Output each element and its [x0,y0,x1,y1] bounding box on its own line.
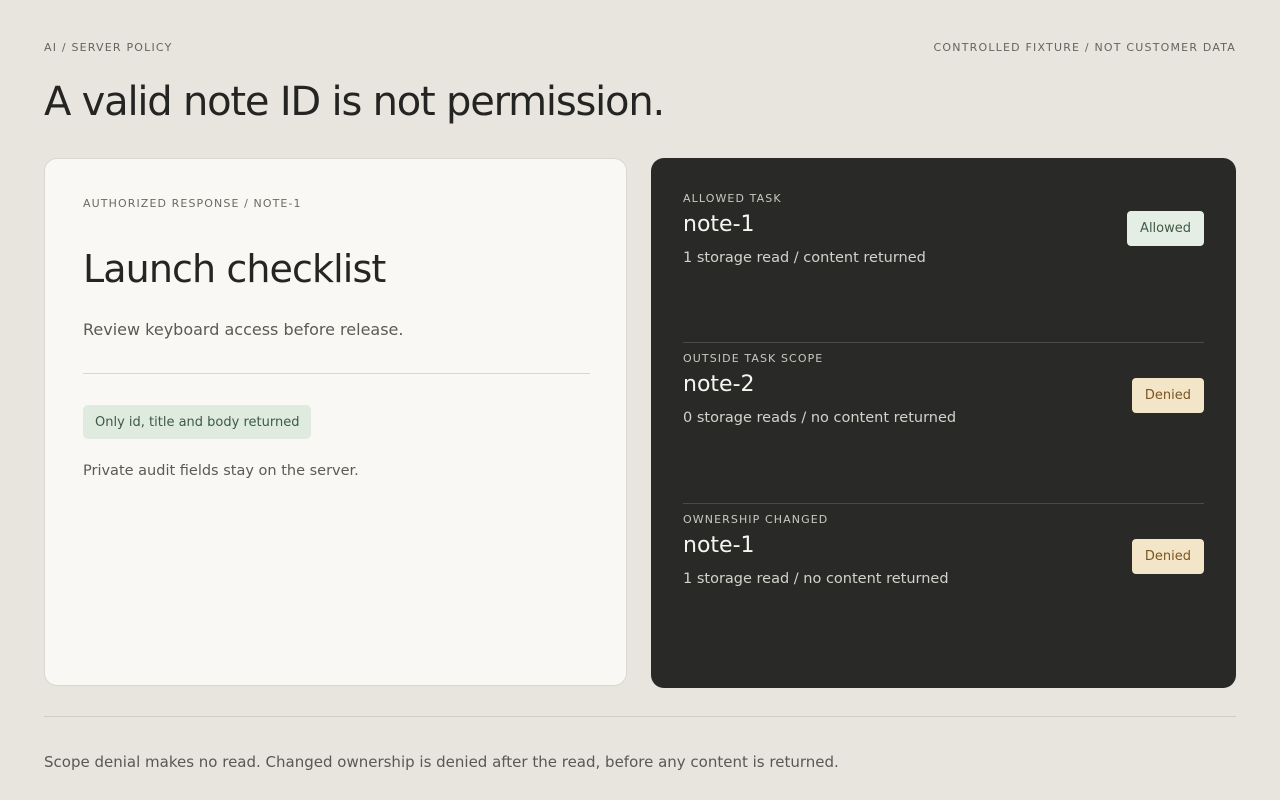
task-row-ownership-changed: OWNERSHIP CHANGED note-1 1 storage read … [683,503,1204,623]
top-meta-bar: AI / SERVER POLICY CONTROLLED FIXTURE / … [44,40,1236,54]
task-label: OWNERSHIP CHANGED [683,513,829,526]
note-id: note-2 [683,372,755,397]
denied-status-badge: Denied [1131,378,1204,413]
page-title: A valid note ID is not permission. [44,79,665,125]
denied-status-badge: Denied [1131,539,1204,574]
section-label: AI / SERVER POLICY [44,40,173,54]
task-detail: 1 storage read / content returned [683,250,926,266]
footer-note: Scope denial makes no read. Changed owne… [44,753,839,771]
note-id: note-1 [683,533,755,558]
task-detail: 1 storage read / no content returned [683,571,949,587]
task-results-panel: ALLOWED TASK note-1 1 storage read / con… [651,158,1236,688]
fixture-label: CONTROLLED FIXTURE / NOT CUSTOMER DATA [933,40,1236,54]
note-body: Review keyboard access before release. [83,320,404,339]
task-detail: 0 storage reads / no content returned [683,410,957,426]
authorized-response-label: AUTHORIZED RESPONSE / NOTE-1 [83,197,302,210]
card-divider [83,373,590,374]
task-label: ALLOWED TASK [683,192,782,205]
allowed-status-badge: Allowed [1127,211,1204,246]
returned-fields-chip: Only id, title and body returned [83,405,312,439]
task-label: OUTSIDE TASK SCOPE [683,352,824,365]
private-fields-note: Private audit fields stay on the server. [83,463,359,479]
note-id: note-1 [683,212,755,237]
footer-divider [44,716,1236,717]
task-row-outside-scope: OUTSIDE TASK SCOPE note-2 0 storage read… [683,342,1204,462]
note-title: Launch checklist [83,247,386,291]
authorized-response-card: AUTHORIZED RESPONSE / NOTE-1 Launch chec… [44,158,627,686]
task-row-allowed: ALLOWED TASK note-1 1 storage read / con… [683,192,1204,312]
